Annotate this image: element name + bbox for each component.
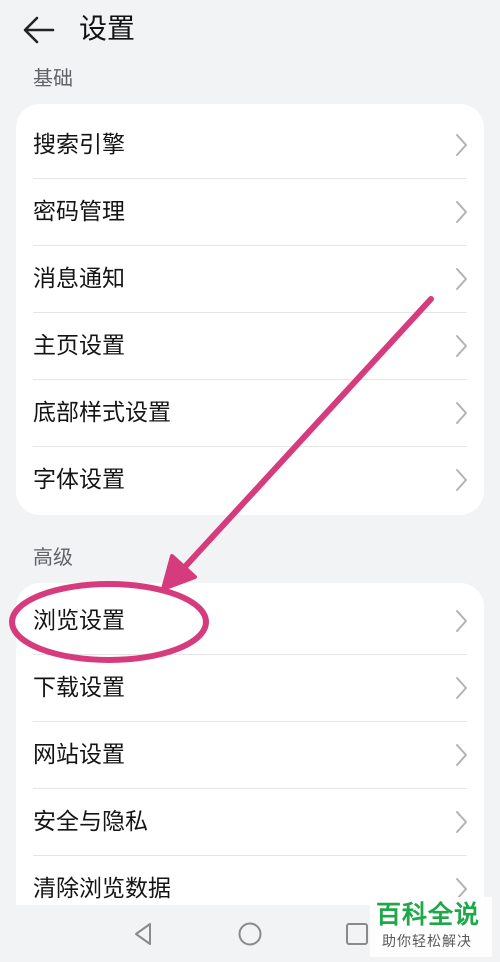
section-title-advanced: 高级 [33, 545, 73, 569]
settings-row-browsing[interactable]: 浏览设置 [16, 588, 484, 655]
nav-back-icon[interactable] [128, 919, 158, 949]
row-label: 搜索引擎 [33, 132, 125, 158]
nav-recents-icon[interactable] [342, 919, 372, 949]
chevron-right-icon [456, 610, 467, 632]
advanced-settings-card: 浏览设置 下载设置 网站设置 安全与隐私 清除浏览数据 [16, 583, 484, 923]
page-title: 设置 [79, 12, 136, 45]
chevron-right-icon [456, 268, 467, 290]
settings-row-homepage[interactable]: 主页设置 [16, 313, 484, 380]
row-label: 消息通知 [33, 266, 125, 292]
chevron-right-icon [456, 201, 467, 223]
chevron-right-icon [456, 469, 467, 491]
chevron-right-icon [456, 134, 467, 156]
watermark-logo: 百科全说 助你轻松解决 [370, 897, 492, 957]
settings-row-downloads[interactable]: 下载设置 [16, 655, 484, 722]
nav-home-icon[interactable] [235, 919, 265, 949]
row-label: 网站设置 [33, 742, 125, 768]
watermark-subtitle: 助你轻松解决 [382, 934, 472, 950]
basic-settings-card: 搜索引擎 密码管理 消息通知 主页设置 底部样式设置 字体设置 [16, 104, 484, 515]
row-label: 主页设置 [33, 333, 125, 359]
settings-row-font[interactable]: 字体设置 [16, 447, 484, 514]
chevron-right-icon [456, 811, 467, 833]
header: 设置 [0, 0, 500, 60]
settings-row-password-manager[interactable]: 密码管理 [16, 179, 484, 246]
settings-row-notifications[interactable]: 消息通知 [16, 246, 484, 313]
chevron-right-icon [456, 335, 467, 357]
row-label: 安全与隐私 [33, 809, 148, 835]
settings-row-site-settings[interactable]: 网站设置 [16, 722, 484, 789]
row-label: 字体设置 [33, 467, 125, 493]
row-label: 底部样式设置 [33, 400, 171, 426]
row-label: 浏览设置 [33, 608, 125, 634]
settings-page: 设置 基础 搜索引擎 密码管理 消息通知 主页设置 底部样式设置 字体设置 高级… [0, 0, 500, 962]
settings-row-security-privacy[interactable]: 安全与隐私 [16, 789, 484, 856]
back-arrow-icon [23, 16, 55, 44]
chevron-right-icon [456, 402, 467, 424]
settings-row-bottom-style[interactable]: 底部样式设置 [16, 380, 484, 447]
watermark-title: 百科全说 [376, 900, 481, 929]
row-label: 下载设置 [33, 675, 125, 701]
row-label: 密码管理 [33, 199, 125, 225]
chevron-right-icon [456, 677, 467, 699]
section-title-basic: 基础 [33, 66, 73, 90]
back-button[interactable] [18, 10, 58, 50]
settings-row-search-engine[interactable]: 搜索引擎 [16, 112, 484, 179]
chevron-right-icon [456, 744, 467, 766]
